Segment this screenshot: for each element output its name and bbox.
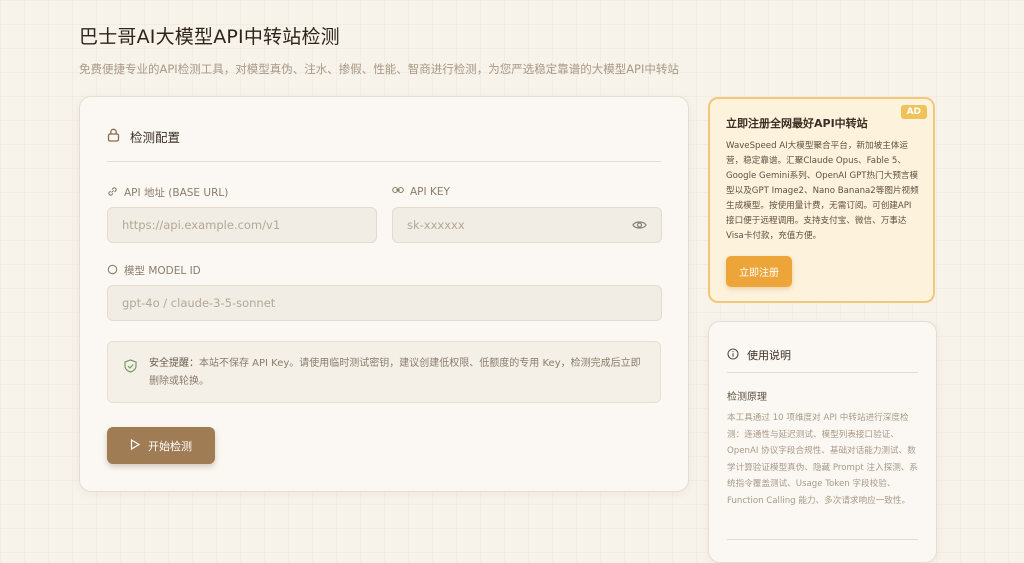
info-icon	[727, 345, 739, 364]
notice-text: 安全提醒：本站不保存 API Key。请使用临时测试密钥，建议创建低权限、低额度…	[149, 355, 644, 391]
lock-icon	[107, 127, 120, 146]
ad-title: 立即注册全网最好API中转站	[726, 117, 868, 130]
start-detection-button[interactable]: 开始检测	[107, 427, 215, 464]
divider	[107, 161, 661, 162]
ad-body: WaveSpeed AI大模型聚合平台，新加坡主体运营，稳定靠谱。汇聚Claud…	[726, 141, 919, 241]
usage-title: 使用说明	[747, 348, 791, 362]
shield-check-icon	[124, 358, 137, 377]
circle-icon	[107, 264, 118, 278]
base-url-input[interactable]: https://api.example.com/v1	[107, 207, 377, 243]
divider	[727, 539, 918, 540]
model-input[interactable]: gpt-4o / claude-3-5-sonnet	[107, 285, 662, 321]
notice-body: 本站不保存 API Key。请使用临时测试密钥，建议创建低权限、低额度的专用 K…	[149, 358, 641, 387]
model-label: 模型 MODEL ID	[107, 263, 201, 278]
key-link-icon	[392, 185, 404, 198]
ad-card: AD 立即注册全网最好API中转站 WaveSpeed AI大模型聚合平台，新加…	[708, 97, 935, 303]
link-icon	[107, 186, 118, 200]
divider	[727, 372, 918, 373]
register-button[interactable]: 立即注册	[726, 256, 792, 287]
usage-header: 使用说明	[727, 345, 791, 364]
page-title: 巴士哥AI大模型API中转站检测	[79, 26, 340, 48]
api-key-input[interactable]: sk-xxxxxx	[392, 207, 662, 243]
config-card: 检测配置 API 地址 (BASE URL) https://api.examp…	[79, 96, 689, 492]
eye-icon[interactable]	[632, 218, 647, 235]
security-notice: 安全提醒：本站不保存 API Key。请使用临时测试密钥，建议创建低权限、低额度…	[107, 341, 661, 403]
start-button-label: 开始检测	[148, 439, 192, 453]
usage-body: 本工具通过 10 项维度对 API 中转站进行深度检测：连通性与延迟测试、模型列…	[727, 413, 918, 506]
ad-badge: AD	[900, 105, 927, 119]
notice-prefix: 安全提醒：	[149, 358, 199, 369]
usage-card: 使用说明 检测原理 本工具通过 10 项维度对 API 中转站进行深度检测：连通…	[708, 321, 937, 563]
config-title: 检测配置	[130, 130, 181, 145]
api-key-placeholder: sk-xxxxxx	[407, 218, 465, 232]
usage-subtitle: 检测原理	[727, 392, 767, 403]
play-icon	[130, 438, 141, 453]
page-subtitle: 免费便捷专业的API检测工具，对模型真伪、注水、掺假、性能、智商进行检测，为您严…	[79, 62, 679, 76]
base-url-label: API 地址 (BASE URL)	[107, 185, 228, 200]
api-key-label: API KEY	[392, 185, 450, 198]
config-header: 检测配置	[107, 127, 180, 146]
